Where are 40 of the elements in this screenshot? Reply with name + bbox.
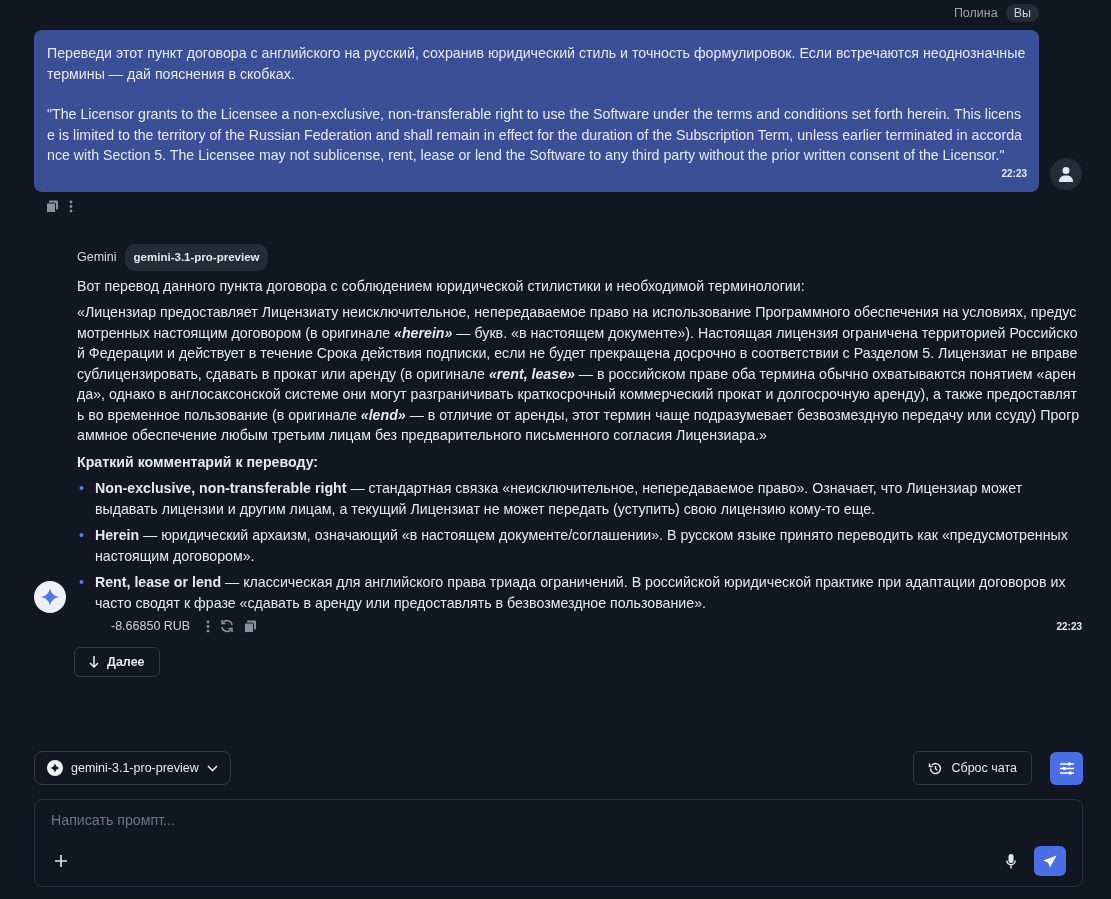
- message-time: 22:23: [1056, 620, 1082, 632]
- comment-heading: Краткий комментарий к переводу:: [77, 452, 320, 472]
- send-button[interactable]: [1034, 846, 1066, 876]
- send-icon: [1043, 854, 1057, 868]
- user-name: Полина: [953, 6, 998, 20]
- arrow-down-icon: [89, 656, 99, 668]
- sliders-icon: [1059, 761, 1074, 775]
- bullet-mark: •: [79, 526, 84, 545]
- model-tag: gemini-3.1-pro-preview: [124, 244, 269, 271]
- prompt-box[interactable]: Написать промпт...: [34, 799, 1083, 887]
- comment-item: Non-exclusive, non-transferable right — стандартная связка «неисключительное, непередаваемое право». Означает, что Лицензиар может выдавать лицензии и другим лицам, а текущий Лицензиат не может передать (уступить) свою лицензию кому-то еще.: [94, 479, 1024, 519]
- copy-icon[interactable]: [46, 199, 59, 213]
- more-icon[interactable]: [69, 199, 73, 213]
- message-text: "The Licensor grants to the Licensee a non-exclusive, non-transferable right to use the Software under the terms and conditions set forth herein. This license is limited to the territory of the Russian Federation and shall remain in effect for the duration of the Subscription Term, unless earlier terminated in accordance with Section 5. The Licensee may not sublicense, rent, lease or lend the Software to any third party without the prior written consent of the Licensor.": [47, 105, 1023, 165]
- person-icon: [1058, 166, 1074, 182]
- translation-text: «Лицензиар предоставляет Лицензиату неисключительное, непередаваемое право на использование Программного обеспечения на условиях, предусмотренных настоящим договором (в оригинале «herein» — букв. «в настоящем документе»). Настоящая лицензия ограничена территорией Российской Федерации и действует в течение Срока действия подписки, если не будет прекращена досрочно в соответствии с Разделом 5. Лицензиат не вправе сублицензировать, сдавать в прокат или аренду (в оригинале «rent, lease» — в российском праве оба термина обычно охватываются понятием «аренда», однако в англосаксонской системе они могут разграничивать краткосрочный коммерческий прокат и долгосрочную аренду), а также предоставлять во временное пользование (в оригинале «lend» — в отличие от аренды, этот термин чаще подразумевает безвозмездную передачу или ссуду) Программное обеспечение любым третьим лицам без предварительного письменного согласия Лицензиара.»: [77, 303, 1081, 445]
- comment-item: Rent, lease or lend — классическая для английского права триада ограничений. В российской юридической практике при адаптации договоров их часто сводят к фразе «сдавать в аренду или предоставлять в безвозмездное пользование».: [94, 573, 1067, 613]
- comment-item: Herein — юридический архаизм, означающий «в настоящем документе/соглашении». В русском языке принято переводить как «предусмотренных настоящим договором».: [94, 526, 1069, 566]
- next-button[interactable]: Далее: [74, 647, 160, 677]
- bullet-mark: •: [79, 573, 84, 592]
- reset-chat-button[interactable]: Сброс чата: [913, 751, 1032, 785]
- prompt-field[interactable]: Написать промпт...: [51, 812, 1066, 828]
- chevron-down-icon: [206, 764, 218, 772]
- microphone-icon: [1006, 853, 1016, 869]
- you-badge: Вы: [1005, 4, 1039, 22]
- sparkle-icon: [50, 763, 60, 773]
- plus-icon: [55, 855, 67, 867]
- copy-icon[interactable]: [244, 619, 258, 633]
- cost-label: -8.66850 RUB: [111, 619, 191, 633]
- bullet-mark: •: [79, 479, 84, 498]
- message-text: Переведи этот пункт договора с английского на русский, сохранив юридический стиль и точность формулировок. Если встречаются неоднозначные термины — дай пояснения в скобках.: [47, 44, 1027, 84]
- message-text: Вот перевод данного пункта договора с соблюдением юридической стилистики и необходимой терминологии:: [77, 276, 806, 296]
- settings-button[interactable]: [1050, 751, 1083, 785]
- refresh-icon[interactable]: [220, 619, 235, 633]
- assistant-name: Gemini: [77, 249, 117, 266]
- model-selector[interactable]: gemini-3.1-pro-preview: [34, 751, 231, 785]
- more-icon[interactable]: [206, 619, 211, 633]
- history-icon: [928, 760, 944, 776]
- message-time: 22:23: [1000, 166, 1027, 181]
- sparkle-icon: [41, 588, 59, 606]
